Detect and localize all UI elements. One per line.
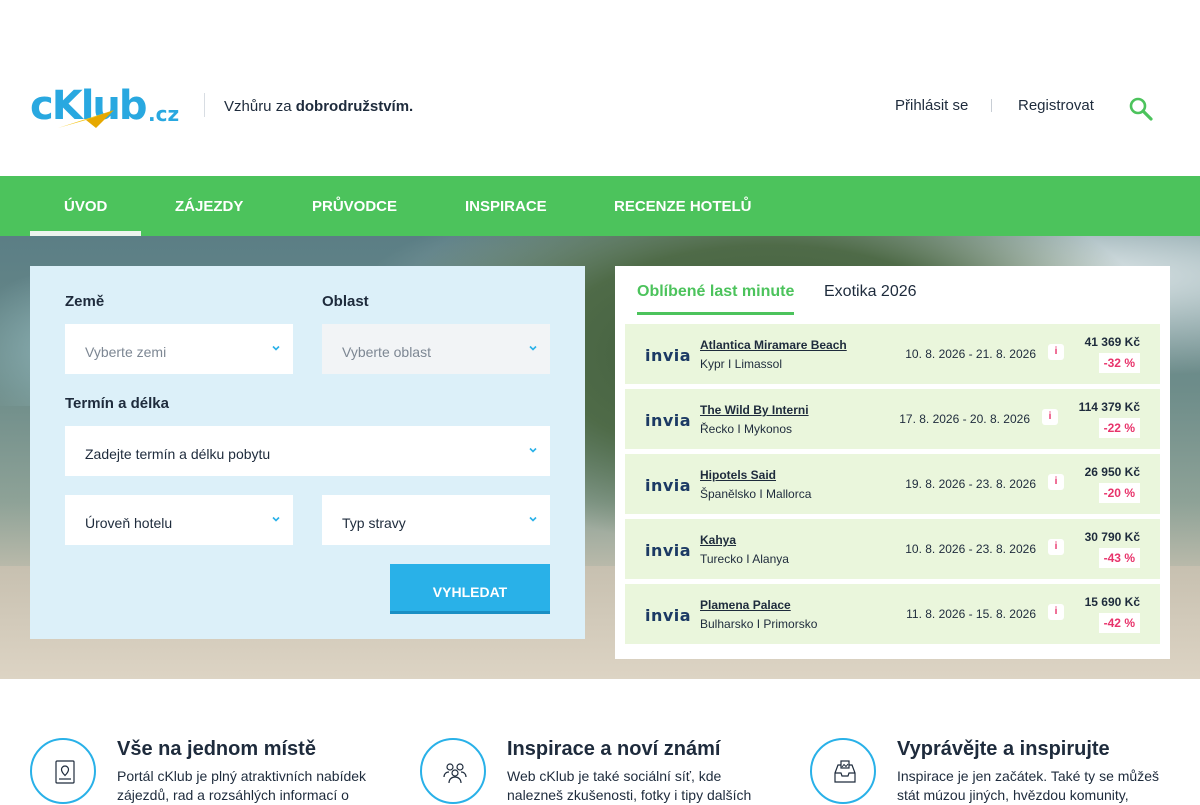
search-submit-label: Vyhledat: [432, 584, 508, 600]
feature-all-in-one: Vše na jednom místě Portál cKlub je plný…: [30, 738, 390, 804]
nav-item-uvod[interactable]: Úvod: [64, 176, 107, 236]
logo-tld: .cz: [148, 102, 180, 126]
deal-location: Bulharsko I Primorsko: [700, 617, 818, 631]
deal-row[interactable]: invia The Wild By Interni Řecko I Mykono…: [625, 389, 1160, 449]
nav-item-inspirace[interactable]: Inspirace: [465, 176, 547, 236]
invia-logo: invia: [645, 541, 692, 560]
deal-row[interactable]: invia Hipotels Said Španělsko I Mallorca…: [625, 454, 1160, 514]
paper-plane-icon: [58, 110, 114, 128]
deal-hotel-name[interactable]: Atlantica Miramare Beach: [700, 338, 847, 352]
map-pin-icon: [55, 760, 75, 784]
tagline: Vzhůru za dobrodružstvím.: [224, 98, 413, 115]
deal-dates: 11. 8. 2026 - 15. 8. 2026: [906, 607, 1036, 621]
invia-logo: invia: [645, 346, 692, 365]
info-icon[interactable]: i: [1048, 604, 1064, 620]
deal-price: 114 379 Kč: [1078, 400, 1140, 414]
header-divider: [204, 93, 205, 117]
info-icon[interactable]: i: [1048, 344, 1064, 360]
chevron-down-icon: [529, 447, 537, 453]
board-type-select[interactable]: Typ stravy: [322, 495, 550, 545]
community-icon: [443, 763, 467, 784]
feature-title: Vyprávějte a inspirujte: [897, 738, 1110, 760]
country-select[interactable]: Vyberte zemi: [65, 324, 293, 374]
deal-discount-badge: -43 %: [1098, 548, 1140, 568]
info-icon[interactable]: i: [1048, 539, 1064, 555]
tab-exotika-2026[interactable]: Exotika 2026: [824, 283, 917, 312]
info-icon[interactable]: i: [1042, 409, 1058, 425]
country-placeholder: Vyberte zemi: [85, 344, 167, 360]
deal-discount-badge: -22 %: [1098, 418, 1140, 438]
nav-item-pruvodce[interactable]: Průvodce: [312, 176, 397, 236]
invia-logo: invia: [645, 411, 692, 430]
invia-logo: invia: [645, 606, 692, 625]
feature-storytelling: Vyprávějte a inspirujte Inspirace je jen…: [810, 738, 1170, 804]
feature-icon-circle: [30, 738, 96, 804]
deal-row[interactable]: invia Atlantica Miramare Beach Kypr I Li…: [625, 324, 1160, 384]
feature-icon-circle: [810, 738, 876, 804]
deal-location: Španělsko I Mallorca: [700, 487, 812, 501]
term-select[interactable]: Zadejte termín a délku pobytu: [65, 426, 550, 476]
deal-price: 30 790 Kč: [1084, 530, 1140, 544]
feature-inspiration: Inspirace a noví známí Web cKlub je také…: [420, 738, 780, 804]
feature-text: Web cKlub je také sociální síť, kde nale…: [507, 768, 752, 803]
deal-price: 26 950 Kč: [1084, 465, 1140, 479]
deal-hotel-name[interactable]: Kahya: [700, 533, 736, 547]
deal-location: Kypr I Limassol: [700, 357, 783, 371]
feature-icon-circle: [420, 738, 486, 804]
tagline-prefix: Vzhůru za: [224, 98, 296, 115]
chevron-down-icon: [272, 516, 280, 522]
term-label: Termín a délka: [65, 395, 169, 412]
deal-price: 15 690 Kč: [1084, 595, 1140, 609]
feature-title: Vše na jednom místě: [117, 738, 316, 760]
tagline-bold: dobrodružstvím.: [295, 98, 414, 115]
deal-dates: 17. 8. 2026 - 20. 8. 2026: [899, 412, 1030, 426]
country-label: Země: [65, 293, 105, 310]
deal-hotel-name[interactable]: Plamena Palace: [700, 598, 791, 612]
last-minute-deals-panel: Oblíbené last minute Exotika 2026 invia …: [615, 266, 1170, 659]
search-submit-button[interactable]: Vyhledat: [390, 564, 550, 614]
invia-logo: invia: [645, 476, 692, 495]
feature-text: Inspirace je jen začátek. Také ty se můž…: [897, 768, 1159, 803]
deal-discount-badge: -32 %: [1098, 353, 1140, 373]
info-icon[interactable]: i: [1048, 474, 1064, 490]
region-placeholder: Vyberte oblast: [342, 344, 431, 360]
deal-hotel-name[interactable]: The Wild By Interni: [700, 403, 809, 417]
chevron-down-icon: [529, 345, 537, 351]
term-placeholder: Zadejte termín a délku pobytu: [85, 446, 271, 462]
feature-title: Inspirace a noví známí: [507, 738, 721, 760]
site-header: cKlub .cz Vzhůru za dobrodružstvím. Přih…: [0, 0, 1200, 176]
deal-dates: 10. 8. 2026 - 21. 8. 2026: [905, 347, 1036, 361]
main-nav: Úvod Zájezdy Průvodce Inspirace Recenze …: [0, 176, 1200, 236]
deal-discount-badge: -20 %: [1098, 483, 1140, 503]
search-icon[interactable]: [1128, 96, 1154, 122]
nav-item-zajezdy[interactable]: Zájezdy: [175, 176, 243, 236]
region-label: Oblast: [322, 293, 369, 310]
board-type-value: Typ stravy: [342, 515, 406, 531]
deal-location: Řecko I Mykonos: [700, 422, 793, 436]
chevron-down-icon: [529, 516, 537, 522]
deal-hotel-name[interactable]: Hipotels Said: [700, 468, 776, 482]
header-link-separator: [991, 99, 992, 112]
login-link[interactable]: Přihlásit se: [895, 97, 968, 114]
deal-row[interactable]: invia Plamena Palace Bulharsko I Primors…: [625, 584, 1160, 644]
nav-item-recenze-hotelu[interactable]: Recenze hotelů: [614, 176, 752, 236]
deal-location: Turecko I Alanya: [700, 552, 789, 566]
photo-inbox-icon: [834, 760, 856, 783]
deal-discount-badge: -42 %: [1098, 613, 1140, 633]
tab-oblibene-last-minute[interactable]: Oblíbené last minute: [637, 283, 795, 315]
deal-dates: 19. 8. 2026 - 23. 8. 2026: [905, 477, 1036, 491]
region-select[interactable]: Vyberte oblast: [322, 324, 550, 374]
chevron-down-icon: [272, 345, 280, 351]
deal-price: 41 369 Kč: [1084, 335, 1140, 349]
hotel-level-value: Úroveň hotelu: [85, 515, 173, 531]
register-link[interactable]: Registrovat: [1018, 97, 1094, 114]
cklub-logo[interactable]: cKlub .cz: [30, 86, 182, 134]
hotel-level-select[interactable]: Úroveň hotelu: [65, 495, 293, 545]
deal-dates: 10. 8. 2026 - 23. 8. 2026: [905, 542, 1036, 556]
feature-text: Portál cKlub je plný atraktivních nabíde…: [117, 768, 367, 803]
deal-row[interactable]: invia Kahya Turecko I Alanya 10. 8. 2026…: [625, 519, 1160, 579]
